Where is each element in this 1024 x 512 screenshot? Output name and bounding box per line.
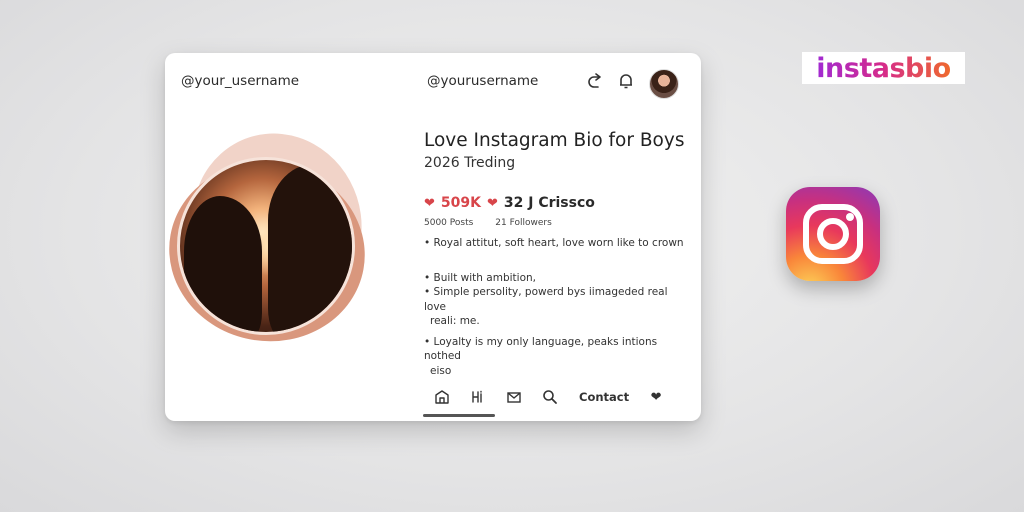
heart-icon[interactable]: ❤ xyxy=(647,388,665,406)
bio-line: • Loyalty is my only language, peaks int… xyxy=(424,335,658,363)
logo-text: instasbio xyxy=(816,52,951,84)
shop-icon[interactable] xyxy=(433,388,451,406)
bio-line: eiso xyxy=(430,364,452,377)
heart-icon: ❤ xyxy=(424,195,435,211)
bell-icon[interactable] xyxy=(616,71,636,91)
contact-button[interactable]: Contact xyxy=(579,390,629,404)
bio-line: • Royal attitut, soft heart, love worn l… xyxy=(424,237,684,249)
bio-line: • Simple persolity, powerd bys iimageded… xyxy=(424,286,668,313)
bottom-nav: Contact ❤ xyxy=(433,388,665,406)
profile-photo-frame xyxy=(165,111,395,363)
search-icon[interactable] xyxy=(541,388,559,406)
bio-line: reali: me. xyxy=(430,315,480,327)
hi-icon[interactable] xyxy=(469,388,487,406)
man-silhouette xyxy=(268,164,352,332)
profile-card: @your_username @yourusername Love Instag… xyxy=(165,53,701,421)
followers-count[interactable]: 21 Followers xyxy=(495,218,551,228)
woman-silhouette xyxy=(184,196,262,332)
bio-line: • Built with ambition, xyxy=(424,271,536,284)
username-header[interactable]: @yourusername xyxy=(427,73,538,89)
counts-row: 5000 Posts 21 Followers xyxy=(424,218,552,228)
page-title: Love Instagram Bio for Boys xyxy=(424,130,685,151)
likes-count: 509K xyxy=(440,195,481,211)
posts-count[interactable]: 5000 Posts xyxy=(424,218,473,228)
bio-text: • Royal attitut, soft heart, love worn l… xyxy=(424,236,684,378)
second-stat: 32 J Crissco xyxy=(503,195,595,211)
mail-icon[interactable] xyxy=(505,388,523,406)
share-icon[interactable] xyxy=(585,71,605,91)
username-left[interactable]: @your_username xyxy=(181,73,299,89)
stats-row: ❤ 509K ❤ 32 J Crissco xyxy=(424,195,595,211)
active-tab-indicator xyxy=(423,414,495,417)
instasbio-logo: instasbio xyxy=(802,52,965,84)
page-subtitle: 2026 Treding xyxy=(424,155,516,171)
couple-photo xyxy=(177,157,355,335)
heart-icon: ❤ xyxy=(486,195,498,211)
avatar[interactable] xyxy=(649,69,679,99)
instagram-icon xyxy=(786,187,880,281)
